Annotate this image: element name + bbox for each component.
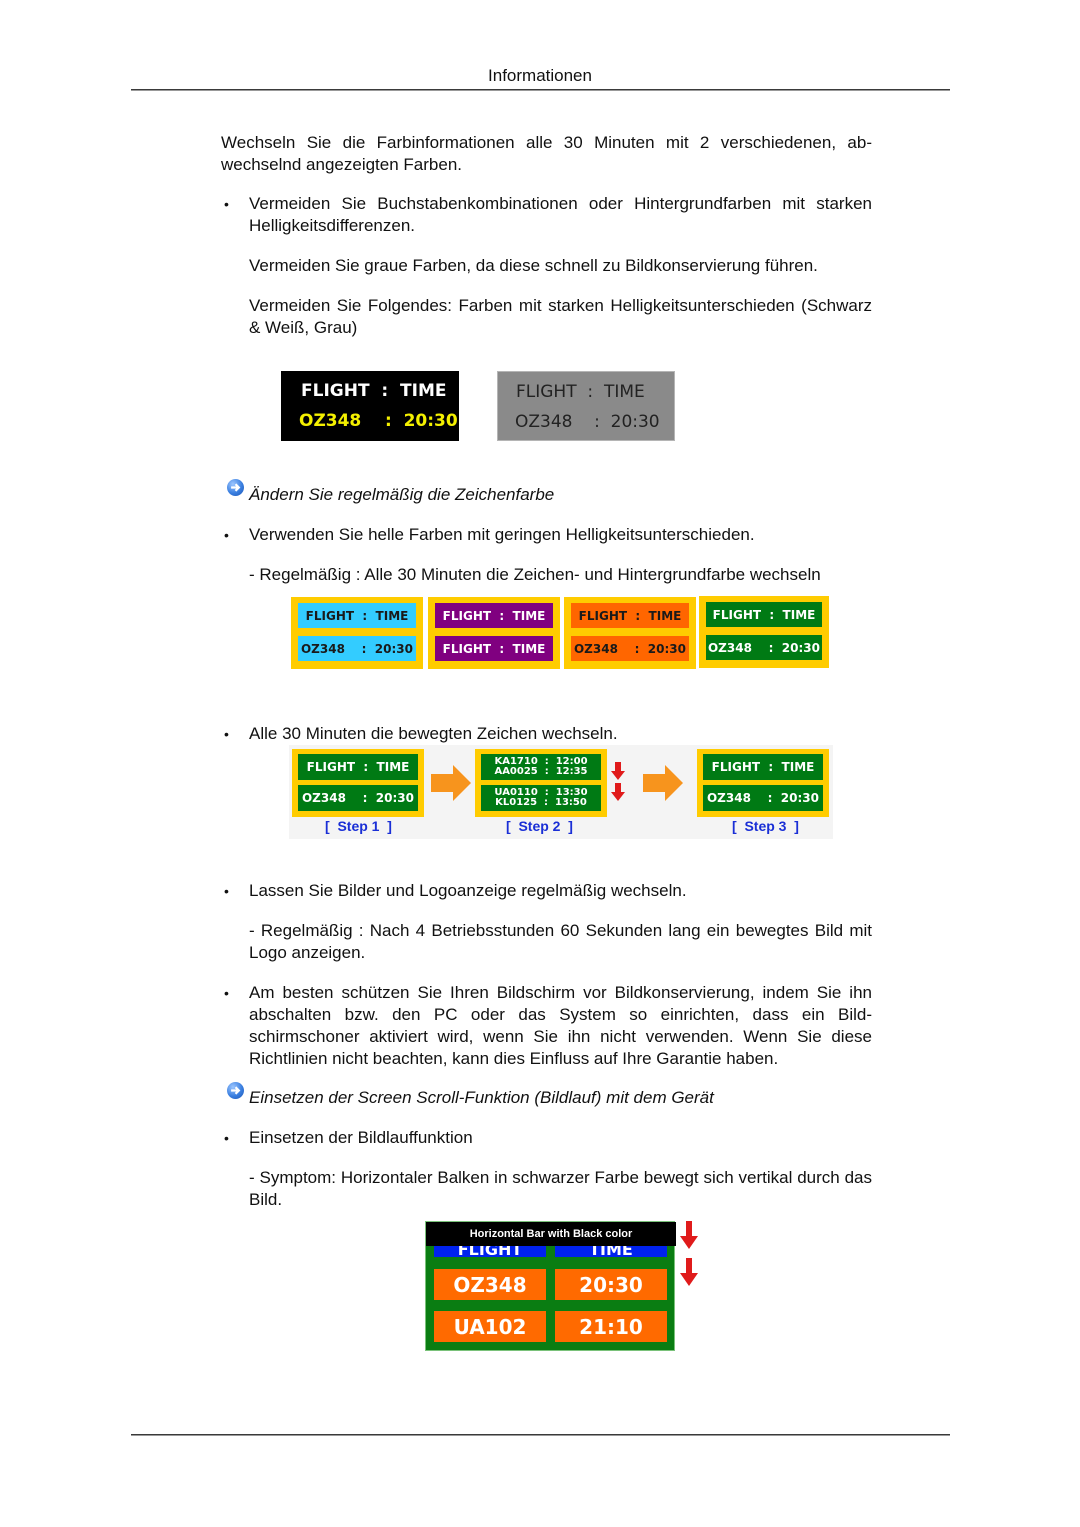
symptom-text: - Symptom: Horizontaler Balken in schwar… — [249, 1168, 872, 1209]
step3-label: [ Step 3 ] — [732, 818, 799, 834]
tile-row: FLIGHT : TIME — [706, 602, 822, 627]
color-tile-orange: FLIGHT : TIME OZ348 : 20:30 — [564, 597, 696, 669]
page-header-title: Informationen — [488, 66, 592, 85]
gray-board: FLIGHT : TIME OZ348 : 20:30 — [497, 371, 675, 441]
tile-row: FLIGHT : TIME — [435, 636, 553, 661]
step1-label: [ Step 1 ] — [325, 818, 392, 834]
bullet-images-logo: Lassen Sie Bilder und Logoanzeige regelm… — [249, 881, 687, 900]
section-heading-change-color: Ändern Sie regelmäßig die Zeichenfarbe — [249, 485, 555, 504]
header-divider — [131, 89, 950, 91]
avoid-gray-text: Vermeiden Sie graue Farben, da diese sch… — [249, 256, 818, 275]
regularly-logo-text: - Regelmäßig : Nach 4 Betriebsstunden 60… — [249, 921, 872, 962]
tile-row: FLIGHT : TIME — [298, 603, 416, 628]
tile-row: FLIGHT : TIME — [435, 603, 553, 628]
arrow-down-icon — [611, 762, 625, 780]
scrolling-steps-figure: FLIGHT : TIME OZ348 : 20:30 KA1710 : 12:… — [289, 745, 833, 839]
tile-row: OZ348 : 20:30 — [703, 785, 823, 811]
bullet-scroll-function: Einsetzen der Bildlauffunktion — [249, 1128, 473, 1147]
tile-row: FLIGHT : TIME — [703, 754, 823, 780]
arrow-right-circle-icon — [227, 1082, 244, 1099]
tile-row: OZ348 : 20:30 — [298, 636, 416, 661]
figure-cell: 21:10 — [555, 1311, 667, 1342]
section-heading-scroll-function: Einsetzen der Screen Scroll-Funktion (Bi… — [249, 1088, 714, 1107]
step2-label: [ Step 2 ] — [506, 818, 573, 834]
bullet-moving-characters: Alle 30 Minuten die bewegten Zeichen wec… — [249, 724, 618, 743]
bullet-marker: • — [224, 527, 229, 543]
intro-paragraph: Wechseln Sie die Farbinformationen alle … — [221, 133, 872, 174]
black-horizontal-bar: Horizontal Bar with Black color — [426, 1222, 676, 1246]
figure-cell: 20:30 — [555, 1269, 667, 1300]
step1-tile: FLIGHT : TIME OZ348 : 20:30 — [292, 749, 424, 817]
tile-row: FLIGHT : TIME — [571, 603, 689, 628]
tile-row: OZ348 : 20:30 — [706, 635, 822, 660]
board-flight-text: OZ348 : 20:30 — [299, 411, 458, 431]
arrow-right-circle-icon — [227, 479, 244, 496]
figure-head-flight: FLIGHT — [434, 1246, 546, 1257]
bullet-marker: • — [224, 726, 229, 742]
scroll-line: KL0125 : 13:50 — [495, 797, 587, 808]
color-tile-purple: FLIGHT : TIME FLIGHT : TIME — [428, 597, 560, 669]
avoid-following-text: Vermeiden Sie Folgendes: Farben mit star… — [249, 296, 872, 337]
step2-tile: KA1710 : 12:00 AA0025 : 12:35 UA0110 : 1… — [475, 749, 607, 817]
scroll-line: AA0025 : 12:35 — [494, 766, 588, 777]
high-contrast-board: FLIGHT : TIME OZ348 : 20:30 — [281, 371, 459, 441]
tile-row-scrolling: KA1710 : 12:00 AA0025 : 12:35 — [481, 754, 601, 780]
bullet-screensaver: Am besten schützen Sie Ihren Bildschirm … — [249, 983, 872, 1068]
figure-cell: UA102 — [434, 1311, 546, 1342]
color-tile-cyan: FLIGHT : TIME OZ348 : 20:30 — [291, 597, 423, 669]
bullet-marker: • — [224, 985, 229, 1001]
tile-row: FLIGHT : TIME — [298, 754, 418, 780]
bullet-avoid-contrast: Vermeiden Sie Buchstabenkombinationen od… — [249, 194, 872, 235]
tile-row: OZ348 : 20:30 — [571, 636, 689, 661]
tile-row: OZ348 : 20:30 — [298, 785, 418, 811]
board-flight-text: OZ348 : 20:30 — [515, 412, 660, 432]
bullet-marker: • — [224, 883, 229, 899]
board-header-text: FLIGHT : TIME — [301, 381, 447, 401]
figure-cell: OZ348 — [434, 1269, 546, 1300]
arrow-down-icon — [680, 1221, 698, 1249]
bullet-bright-colors: Verwenden Sie helle Farben mit geringen … — [249, 525, 755, 544]
arrow-right-icon — [431, 765, 471, 801]
bullet-marker: • — [224, 1130, 229, 1146]
horizontal-bar-figure: FLIGHT TIME OZ348 20:30 UA102 21:10 Hori… — [425, 1221, 676, 1351]
tile-row-scrolling: UA0110 : 13:30 KL0125 : 13:50 — [481, 785, 601, 811]
board-header-text: FLIGHT : TIME — [516, 382, 645, 402]
bullet-marker: • — [224, 196, 229, 212]
arrow-down-icon — [611, 783, 625, 801]
arrow-down-icon — [680, 1258, 698, 1286]
step3-tile: FLIGHT : TIME OZ348 : 20:30 — [697, 749, 829, 817]
arrow-right-icon — [643, 765, 683, 801]
figure-head-time: TIME — [555, 1246, 667, 1257]
color-tile-green: FLIGHT : TIME OZ348 : 20:30 — [699, 596, 829, 668]
footer-divider — [131, 1434, 950, 1436]
regularly-change-colors-text: - Regelmäßig : Alle 30 Minuten die Zeich… — [249, 565, 821, 584]
